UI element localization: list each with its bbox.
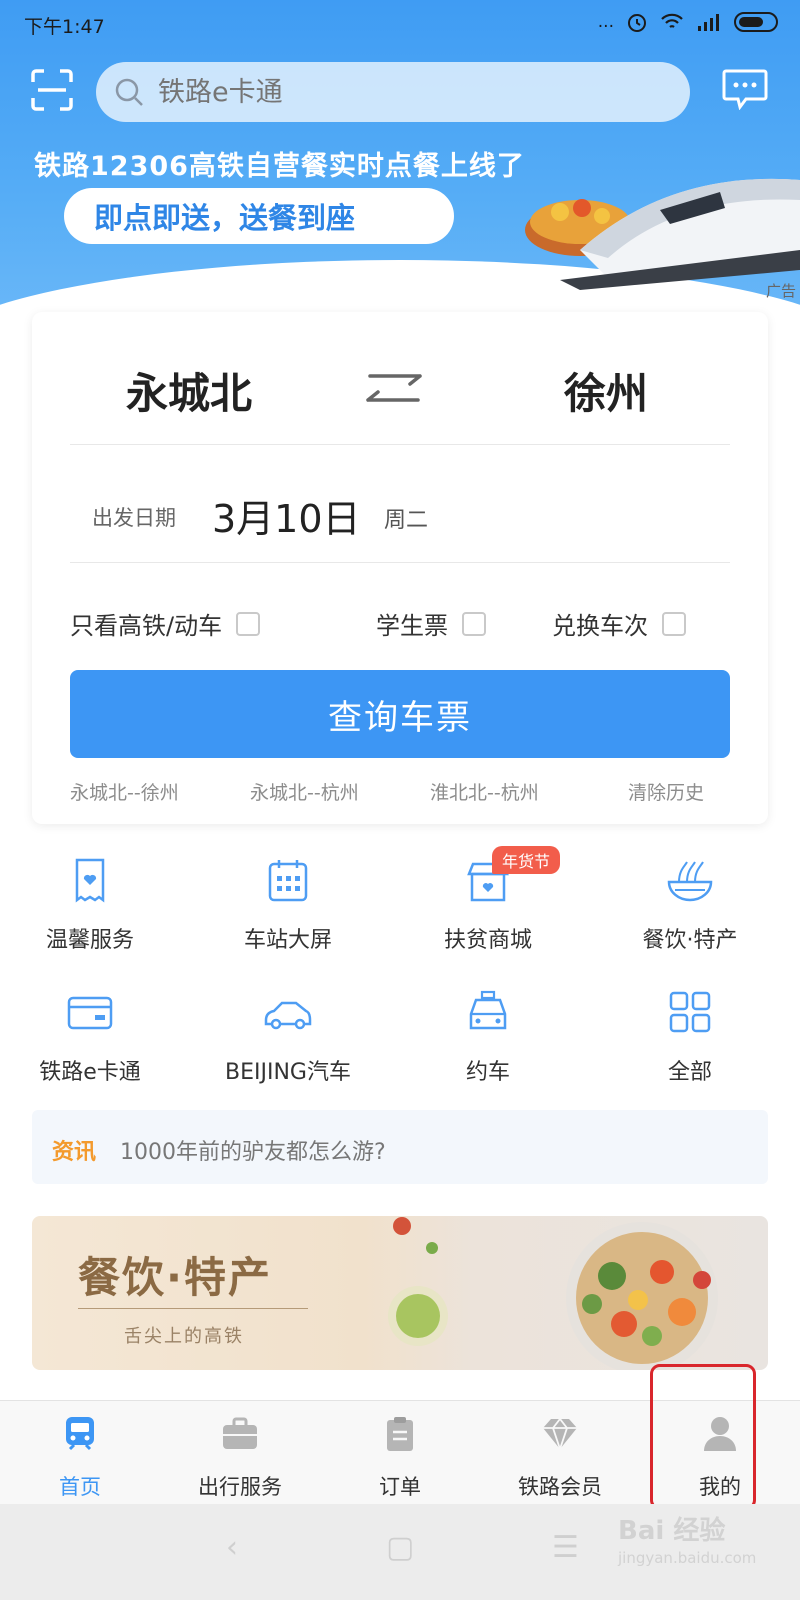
banner-train-illustration (525, 178, 800, 290)
grid-label: 全部 (667, 1060, 712, 1085)
from-station[interactable]: 永城北 (126, 360, 252, 421)
grid-item-beijing-auto[interactable]: BEIJING汽车 (198, 990, 378, 1086)
promo-divider (78, 1308, 308, 1309)
nav-label: 铁路会员 (518, 1475, 602, 1499)
grid-label: BEIJING汽车 (225, 1060, 351, 1085)
grid-item-food-specialty[interactable]: 餐饮·特产 (600, 858, 780, 954)
grid-item-ride-hailing[interactable]: 约车 (398, 990, 578, 1086)
history-item[interactable]: 永城北--徐州 (70, 778, 179, 805)
taxi-icon (469, 990, 507, 1030)
alarm-icon (628, 14, 646, 32)
signal-icon (698, 14, 719, 31)
promo-title: 餐饮·特产 (78, 1253, 272, 1302)
briefcase-icon (223, 1417, 257, 1449)
search-icon (115, 78, 143, 106)
nav-item-home[interactable]: 首页 (10, 1415, 150, 1501)
option-label: 只看高铁/动车 (70, 612, 223, 640)
high-speed-checkbox[interactable] (236, 611, 261, 636)
baidu-jingyan-watermark: Bai 经验 jingyan.baidu.com (618, 1510, 756, 1567)
food-bowl-illustration (388, 1217, 718, 1370)
grid-label: 车站大屏 (243, 928, 332, 953)
nav-label: 出行服务 (198, 1475, 282, 1499)
grid-label: 餐饮·特产 (642, 928, 738, 953)
more-dots-icon: ... (597, 12, 614, 32)
card-icon (67, 996, 113, 1030)
history-item[interactable]: 淮北北--杭州 (430, 778, 539, 805)
grid-label: 约车 (465, 1060, 510, 1085)
nav-item-rail-member[interactable]: 铁路会员 (490, 1415, 630, 1501)
grid-label: 温馨服务 (45, 928, 134, 953)
news-tag: 资讯 (52, 1140, 97, 1165)
ticket-query-card: 永城北 徐州 出发日期 3月10日 周二 只看高铁/动车 学生票 兑换车次 查询… (32, 312, 768, 824)
option-student-ticket[interactable]: 学生票 (376, 606, 486, 641)
grid-item-all[interactable]: 全部 (600, 990, 780, 1086)
nav-item-orders[interactable]: 订单 (330, 1415, 470, 1501)
scan-icon[interactable] (30, 68, 74, 112)
divider (70, 562, 730, 563)
banner-slogan: 即点即送，送餐到座 (64, 188, 454, 244)
receipt-heart-icon (75, 858, 105, 903)
recents-icon[interactable]: ☰ (552, 1530, 579, 1565)
search-bar[interactable] (96, 62, 690, 122)
grid-item-rail-card[interactable]: 铁路e卡通 (0, 990, 180, 1086)
grid-item-station-screen[interactable]: 车站大屏 (198, 858, 378, 954)
history-item[interactable]: 永城北--杭州 (250, 778, 359, 805)
noodle-bowl-icon (667, 861, 713, 902)
clear-history-link[interactable]: 清除历史 (628, 778, 704, 805)
nav-item-travel-service[interactable]: 出行服务 (170, 1415, 310, 1501)
swap-stations-icon[interactable] (362, 364, 426, 410)
nav-label: 首页 (59, 1475, 101, 1499)
news-bar[interactable]: 资讯 1000年前的驴友都怎么游? (32, 1110, 768, 1184)
grid-label: 铁路e卡通 (39, 1060, 141, 1085)
divider (70, 444, 730, 445)
promo-subtitle: 舌尖上的高铁 (124, 1326, 244, 1347)
option-label: 学生票 (376, 612, 448, 640)
query-tickets-button[interactable]: 查询车票 (70, 670, 730, 758)
option-exchange-train[interactable]: 兑换车次 (552, 606, 686, 641)
option-label: 兑换车次 (552, 612, 648, 640)
back-icon[interactable]: ‹ (226, 1530, 238, 1565)
search-input[interactable] (158, 76, 638, 108)
wifi-icon (661, 13, 683, 28)
exchange-checkbox[interactable] (662, 611, 686, 636)
student-checkbox[interactable] (462, 611, 486, 636)
home-icon[interactable]: ▢ (386, 1530, 414, 1565)
message-icon[interactable] (722, 68, 768, 110)
clipboard-icon (387, 1417, 413, 1451)
banner-title: 铁路12306高铁自营餐实时点餐上线了 (34, 151, 525, 182)
status-bar: 下午1:47 ... (0, 0, 800, 48)
grid-item-warm-service[interactable]: 温馨服务 (0, 858, 180, 954)
date-weekday: 周二 (384, 508, 429, 533)
diamond-icon (543, 1417, 577, 1452)
food-specialty-promo[interactable]: 餐饮·特产 舌尖上的高铁 (32, 1216, 768, 1370)
watermark-brand: Bai 经验 (618, 1516, 726, 1546)
car-icon (264, 1001, 312, 1030)
date-label: 出发日期 (92, 506, 176, 530)
watermark-url: jingyan.baidu.com (618, 1549, 757, 1567)
news-headline[interactable]: 1000年前的驴友都怎么游? (120, 1134, 386, 1166)
nav-label: 订单 (379, 1475, 421, 1499)
grid-icon (669, 991, 711, 1033)
train-icon (66, 1417, 94, 1451)
status-time: 下午1:47 (24, 16, 105, 38)
ad-banner[interactable]: 铁路12306高铁自营餐实时点餐上线了 即点即送，送餐到座 广告 (0, 130, 800, 300)
to-station[interactable]: 徐州 (564, 360, 648, 421)
grid-label: 扶贫商城 (443, 928, 532, 953)
ad-label: 广告 (765, 282, 796, 300)
date-value[interactable]: 3月10日 (212, 488, 361, 543)
calendar-icon (268, 860, 308, 902)
status-icons: ... (598, 11, 778, 33)
new-year-goods-badge: 年货节 (492, 846, 561, 874)
option-high-speed-only[interactable]: 只看高铁/动车 (70, 606, 261, 641)
battery-icon (734, 12, 778, 32)
annotation-highlight-box (650, 1364, 756, 1510)
